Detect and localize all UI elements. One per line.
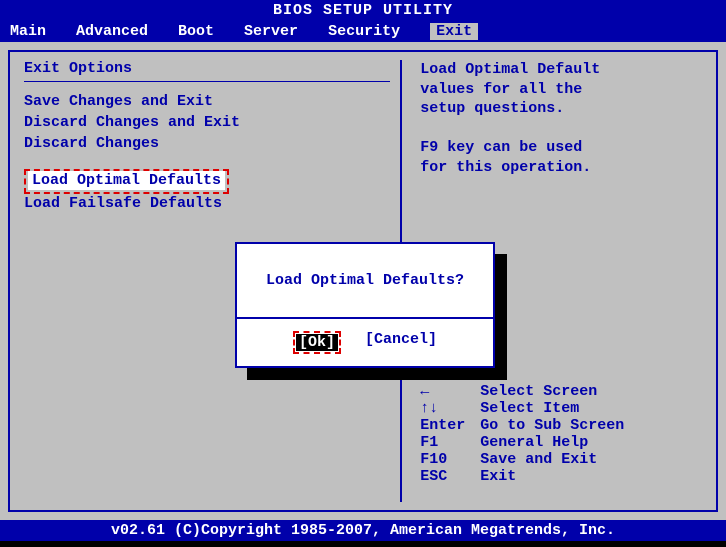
key-hint: ↑↓Select Item xyxy=(420,400,702,417)
option-load-failsafe[interactable]: Load Failsafe Defaults xyxy=(24,194,390,213)
key-hint: F1General Help xyxy=(420,434,702,451)
help-line: Load Optimal Default xyxy=(420,60,702,80)
ok-button[interactable]: [Ok] xyxy=(296,334,338,351)
menu-main[interactable]: Main xyxy=(10,23,46,40)
dialog-buttons: [Ok] [Cancel] xyxy=(237,319,493,366)
menu-server[interactable]: Server xyxy=(244,23,298,40)
divider xyxy=(24,81,390,82)
option-load-optimal[interactable]: Load Optimal Defaults xyxy=(28,171,225,190)
option-discard-exit[interactable]: Discard Changes and Exit xyxy=(24,113,390,132)
key-hint: ESCExit xyxy=(420,468,702,485)
option-discard-changes[interactable]: Discard Changes xyxy=(24,134,390,153)
copyright: v02.61 (C)Copyright 1985-2007, American … xyxy=(111,522,615,539)
option-save-exit[interactable]: Save Changes and Exit xyxy=(24,92,390,111)
dialog-message: Load Optimal Defaults? xyxy=(237,244,493,319)
bios-title: BIOS SETUP UTILITY xyxy=(273,2,453,19)
main-area: Exit Options Save Changes and Exit Disca… xyxy=(0,42,726,520)
help-line: F9 key can be used xyxy=(420,138,702,158)
help-line: setup questions. xyxy=(420,99,702,119)
menu-boot[interactable]: Boot xyxy=(178,23,214,40)
menu-advanced[interactable]: Advanced xyxy=(76,23,148,40)
cancel-button[interactable]: [Cancel] xyxy=(365,331,437,354)
key-hint: EnterGo to Sub Screen xyxy=(420,417,702,434)
help-text: Load Optimal Default values for all the … xyxy=(420,60,702,177)
key-hint: F10Save and Exit xyxy=(420,451,702,468)
highlight-ok: [Ok] xyxy=(293,331,341,354)
menu-bar: Main Advanced Boot Server Security Exit xyxy=(0,21,726,42)
keyboard-hints: ←Select Screen ↑↓Select Item EnterGo to … xyxy=(420,383,702,502)
exit-options-title: Exit Options xyxy=(24,60,390,77)
menu-security[interactable]: Security xyxy=(328,23,400,40)
confirm-dialog: Load Optimal Defaults? [Ok] [Cancel] xyxy=(235,242,495,368)
highlight-load-optimal: Load Optimal Defaults xyxy=(24,169,229,194)
help-line: values for all the xyxy=(420,80,702,100)
footer: v02.61 (C)Copyright 1985-2007, American … xyxy=(0,520,726,541)
key-hint: ←Select Screen xyxy=(420,383,702,400)
menu-exit[interactable]: Exit xyxy=(430,23,478,40)
title-bar: BIOS SETUP UTILITY xyxy=(0,0,726,21)
help-line: for this operation. xyxy=(420,158,702,178)
